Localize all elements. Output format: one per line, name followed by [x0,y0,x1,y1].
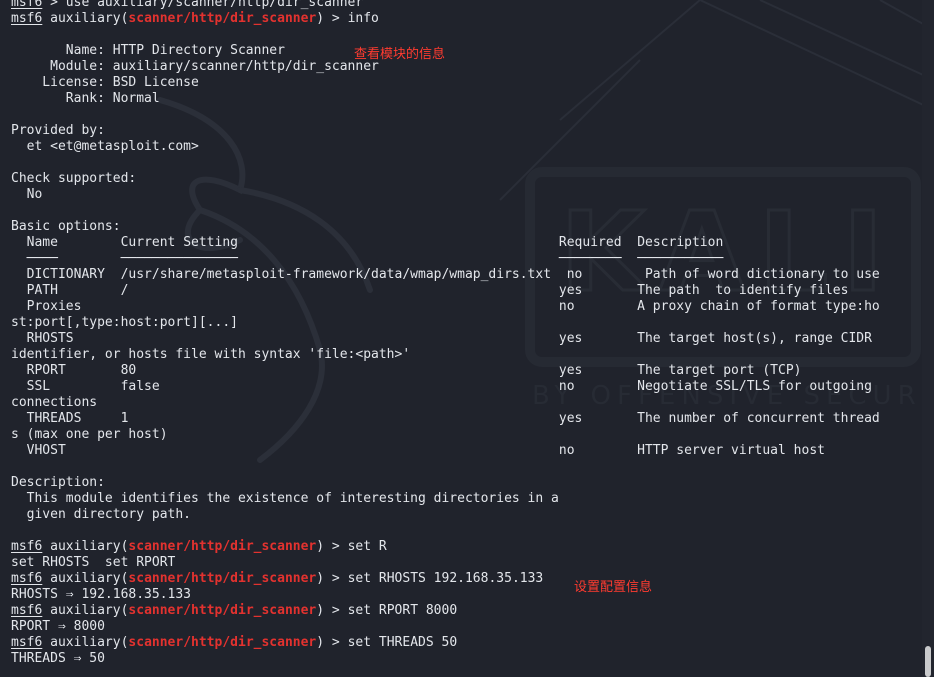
table-row: SSL false no Negotiate SSL/TLS for outgo… [11,379,872,394]
table-row-wrap: connections [11,395,98,410]
command-text: set THREADS 50 [347,635,458,650]
table-row-wrap: s (max one per host) [11,427,168,442]
table-row: VHOST no HTTP server virtual host [11,443,825,458]
prompt-name: msf6 [11,11,43,26]
command-text: info [347,11,379,26]
options-table-header: Name Current Setting Required Descriptio… [11,235,920,251]
table-row: PATH / yes The path to identify files [11,283,849,298]
command-text: set RHOSTS 192.168.35.133 [347,571,544,586]
module-name: scanner/http/dir_scanner [128,11,317,26]
prompt-name: msf6 [11,0,43,10]
command-text: use auxiliary/scanner/http/dir_scanner [65,0,364,10]
check-supported-value: No [11,187,43,202]
options-table-underline: ──── ─────────────── ──────── ──────────… [26,251,724,266]
header-current-setting: Current Setting [120,235,238,250]
prompt-name: msf6 [11,539,43,554]
prompt-line-use: msf6 > use auxiliary/scanner/http/dir_sc… [11,0,920,11]
prompt-line-info: msf6 auxiliary(scanner/http/dir_scanner)… [11,11,379,26]
header-required: Required [558,235,622,250]
table-row: Proxies no A proxy chain of format type:… [11,299,880,314]
prompt-line-set-r: msf6 auxiliary(scanner/http/dir_scanner)… [11,539,387,554]
table-row: RHOSTS yes The target host(s), range CID… [11,331,872,346]
info-module: Module: auxiliary/scanner/http/dir_scann… [11,59,379,74]
command-output: RPORT ⇒ 8000 [11,619,105,634]
description-text: given directory path. [11,507,192,522]
description-label: Description: [11,475,105,490]
header-name: Name [26,235,58,250]
module-name: scanner/http/dir_scanner [128,571,317,586]
module-name: scanner/http/dir_scanner [128,539,317,554]
terminal-output: msf6 > use auxiliary/scanner/http/dir_sc… [11,0,920,667]
table-row: DICTIONARY /usr/share/metasploit-framewo… [11,267,880,282]
prompt-line-set-rhosts: msf6 auxiliary(scanner/http/dir_scanner)… [11,571,544,586]
prompt-name: msf6 [11,635,43,650]
command-text: set R [347,539,387,554]
scrollbar[interactable] [922,0,934,677]
command-output: RHOSTS ⇒ 192.168.35.133 [11,587,192,602]
table-row: THREADS 1 yes The number of concurrent t… [11,411,880,426]
description-text: This module identifies the existence of … [11,491,559,506]
author: et <et@metasploit.com> [11,139,199,154]
annotation-config-note: 设置配置信息 [574,580,653,595]
basic-options-label: Basic options: [11,219,121,234]
table-row-wrap: identifier, or hosts file with syntax 'f… [11,347,411,362]
check-supported-label: Check supported: [11,171,137,186]
module-name: scanner/http/dir_scanner [128,635,317,650]
scrollbar-thumb[interactable] [925,646,931,677]
table-row: RPORT 80 yes The target port (TCP) [11,363,802,378]
module-name: scanner/http/dir_scanner [128,603,317,618]
prompt-line-set-rport: msf6 auxiliary(scanner/http/dir_scanner)… [11,603,458,618]
provided-by-label: Provided by: [11,123,105,138]
annotation-info-note: 查看模块的信息 [354,47,446,62]
info-license: License: BSD License [11,75,199,90]
prompt-line-set-threads: msf6 auxiliary(scanner/http/dir_scanner)… [11,635,458,650]
prompt-name: msf6 [11,571,43,586]
info-name: Name: HTTP Directory Scanner [11,43,285,58]
table-row-wrap: st:port[,type:host:port][...] [11,315,238,330]
tab-completion-output: set RHOSTS set RPORT [11,555,176,570]
command-text: set RPORT 8000 [347,603,458,618]
info-rank: Rank: Normal [11,91,160,106]
header-description: Description [637,235,724,250]
prompt-name: msf6 [11,603,43,618]
command-output: THREADS ⇒ 50 [11,651,105,666]
